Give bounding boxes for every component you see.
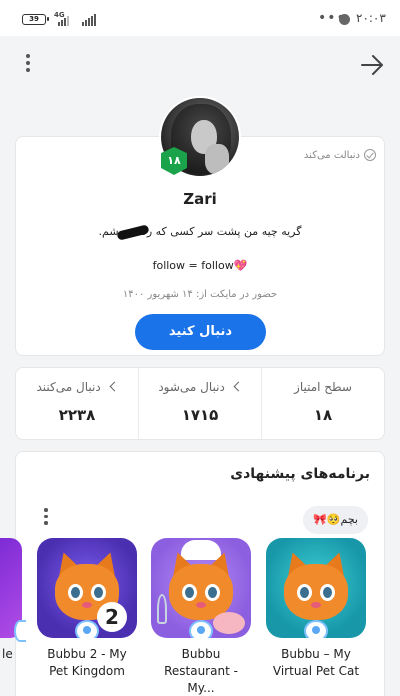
- chip-emoji: 🥺🎀: [313, 513, 341, 526]
- section-title: برنامه‌های پیشنهادی: [230, 466, 370, 482]
- more-options-icon[interactable]: [24, 54, 32, 76]
- follows-you-indicator: دنبالت می‌کند: [304, 149, 376, 161]
- battery-icon: 39: [22, 14, 49, 25]
- verified-badge-icon: [75, 620, 99, 638]
- app-name: Bubbu 2 - My Pet Kingdom: [47, 647, 127, 678]
- verified-badge-icon: [304, 620, 328, 638]
- vpn-icon: [339, 14, 350, 25]
- app-name: Bubbu Restaurant - My...: [164, 647, 238, 695]
- following-count: ۱۷۱۵: [181, 406, 219, 424]
- username: Zari: [183, 190, 217, 208]
- back-arrow-icon[interactable]: [358, 52, 386, 78]
- signal-icon: [58, 12, 69, 26]
- heart-emoji: 💖: [233, 259, 248, 272]
- stats-card: دنبال می‌کنند ۲۲۳۸ دنبال می‌شود ۱۷۱۵ سطح…: [15, 367, 385, 440]
- follows-you-label: دنبالت می‌کند: [303, 149, 360, 161]
- verified-badge-icon: [189, 620, 213, 638]
- app-icon-partial[interactable]: [0, 538, 26, 642]
- check-circle-icon: [364, 149, 376, 161]
- app-card[interactable]: Bubbu – My Virtual Pet Cat: [266, 538, 366, 680]
- signal-icon-2: [82, 12, 96, 26]
- battery-level: 39: [29, 15, 39, 23]
- chip-label: بچم: [340, 513, 358, 526]
- app-name-partial[interactable]: le: [2, 646, 13, 663]
- chevron-left-icon: [233, 381, 244, 392]
- app-card[interactable]: Bubbu Restaurant - My...: [151, 538, 251, 696]
- cat-2-icon: 2: [37, 538, 137, 638]
- chef-cat-icon: [151, 538, 251, 638]
- following-label: دنبال می‌شود: [158, 380, 225, 394]
- followers-stat[interactable]: دنبال می‌کنند ۲۲۳۸: [16, 368, 138, 439]
- top-bar: [0, 36, 400, 96]
- collection-chip[interactable]: بچم🥺🎀: [303, 506, 368, 534]
- app-name: Bubbu – My Virtual Pet Cat: [272, 647, 360, 678]
- following-stat[interactable]: دنبال می‌شود ۱۷۱۵: [138, 368, 261, 439]
- app-card[interactable]: 2 Bubbu 2 - My Pet Kingdom: [37, 538, 137, 680]
- bio-line-2: follow = follow💖: [16, 259, 384, 272]
- bio-line-1: گریه چیه من پشت سر کسی که رفته م شم.: [98, 225, 302, 238]
- clock: ۲۰:۰۳: [356, 11, 386, 25]
- orange-cat-icon: [266, 538, 366, 638]
- status-bar: 39 4G ••• ۲۰:۰۳: [0, 0, 400, 36]
- followers-count: ۲۲۳۸: [58, 406, 96, 424]
- more-options-icon[interactable]: [42, 508, 50, 528]
- followers-label: دنبال می‌کنند: [36, 380, 101, 394]
- joined-date: حضور در مایکت از: ۱۴ شهریور ۱۴۰۰: [122, 289, 278, 300]
- number-2-badge: 2: [97, 602, 127, 632]
- bio-line-2-text: follow = follow: [152, 259, 234, 272]
- level-value: ۱۸: [313, 406, 333, 424]
- level-label: سطح امتیاز: [294, 380, 352, 394]
- chevron-left-icon: [109, 381, 119, 392]
- follow-button[interactable]: دنبال کنید: [135, 314, 266, 350]
- level-stat: سطح امتیاز ۱۸: [261, 368, 384, 439]
